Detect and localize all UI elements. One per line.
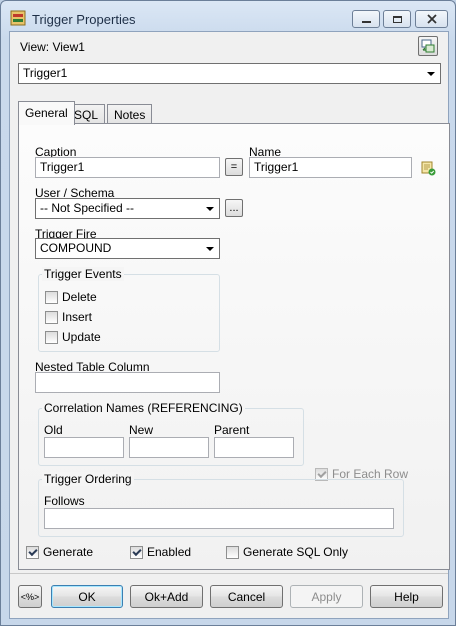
footer-divider: [10, 573, 448, 574]
trigger-fire-value: COMPOUND: [40, 241, 112, 255]
trigger-app-icon: [10, 10, 26, 26]
name-input[interactable]: Trigger1: [249, 157, 412, 178]
update-checkbox-box[interactable]: [45, 330, 58, 344]
generate-checkbox-box[interactable]: [26, 545, 39, 559]
maximize-button[interactable]: [383, 10, 411, 28]
window-title: Trigger Properties: [32, 12, 136, 27]
insert-checkbox-label: Insert: [62, 310, 93, 324]
caption-input-value: Trigger1: [40, 160, 85, 174]
trigger-ordering-group: Trigger Ordering Follows: [38, 472, 404, 537]
generate-checkbox[interactable]: Generate: [26, 545, 93, 559]
update-checkbox[interactable]: Update: [45, 330, 101, 344]
tab-notes[interactable]: Notes: [107, 104, 153, 124]
tab-notes-label: Notes: [114, 108, 146, 122]
browse-schema-label: ...: [229, 202, 239, 214]
help-label: Help: [394, 589, 419, 604]
ok-add-label: Ok+Add: [144, 589, 189, 604]
help-button[interactable]: Help: [370, 585, 443, 608]
generate-sql-only-checkbox-box[interactable]: [226, 545, 239, 559]
trigger-events-group: Trigger Events Delete Insert Update: [38, 267, 220, 352]
correlation-names-group: Correlation Names (REFERENCING) Old New …: [38, 401, 304, 466]
follows-label: Follows: [44, 494, 85, 508]
caption-input[interactable]: Trigger1: [35, 157, 220, 178]
old-label: Old: [44, 423, 63, 437]
tab-sql-label: SQL: [74, 108, 99, 122]
generate-sql-only-checkbox[interactable]: Generate SQL Only: [226, 545, 348, 559]
cancel-label: Cancel: [227, 589, 266, 604]
browse-schema-button[interactable]: ...: [225, 199, 243, 217]
insert-checkbox-box[interactable]: [45, 310, 58, 324]
user-schema-select[interactable]: -- Not Specified --: [35, 198, 220, 219]
view-label: View: View1: [20, 40, 85, 54]
apply-button[interactable]: Apply: [290, 585, 363, 608]
dialog-window: Trigger Properties View: View1 Trigger1 …: [0, 0, 456, 626]
maximize-icon: [392, 15, 402, 23]
view-switch-icon: [421, 39, 435, 53]
enabled-checkbox[interactable]: Enabled: [130, 545, 191, 559]
macro-button[interactable]: <%>: [18, 585, 42, 608]
apply-label: Apply: [311, 589, 342, 604]
ok-button[interactable]: OK: [51, 585, 123, 608]
correlation-names-title: Correlation Names (REFERENCING): [42, 401, 245, 415]
object-selector[interactable]: Trigger1: [18, 63, 441, 84]
tab-general[interactable]: General: [18, 101, 75, 125]
parent-input[interactable]: [214, 437, 294, 458]
generate-sql-only-label: Generate SQL Only: [243, 545, 348, 559]
name-input-value: Trigger1: [254, 160, 299, 174]
delete-checkbox[interactable]: Delete: [45, 290, 97, 304]
old-input[interactable]: [44, 437, 124, 458]
tab-general-label: General: [25, 106, 68, 120]
title-bar[interactable]: Trigger Properties: [1, 1, 455, 35]
cancel-button[interactable]: Cancel: [210, 585, 283, 608]
dialog-client-area: View: View1 Trigger1 General SQL Notes C…: [9, 31, 450, 619]
delete-checkbox-label: Delete: [62, 290, 97, 304]
new-input[interactable]: [129, 437, 209, 458]
general-tab-panel: Caption Trigger1 = Name Trigger1 User / …: [18, 124, 450, 570]
name-check-icon[interactable]: [421, 161, 436, 176]
trigger-ordering-title: Trigger Ordering: [42, 472, 134, 486]
close-icon: [426, 14, 437, 24]
trigger-fire-select[interactable]: COMPOUND: [35, 238, 220, 259]
nested-table-input[interactable]: [35, 372, 220, 393]
chevron-down-icon: [427, 72, 435, 76]
generate-label: Generate: [43, 545, 94, 559]
insert-checkbox[interactable]: Insert: [45, 310, 92, 324]
new-label: New: [129, 423, 154, 437]
minimize-icon: [361, 21, 371, 23]
enabled-label: Enabled: [147, 545, 192, 559]
ok-label: OK: [78, 589, 96, 604]
enabled-checkbox-box[interactable]: [130, 545, 143, 559]
ok-add-button[interactable]: Ok+Add: [130, 585, 203, 608]
trigger-events-title: Trigger Events: [42, 267, 124, 281]
follows-input[interactable]: [44, 508, 394, 529]
parent-label: Parent: [214, 423, 250, 437]
macro-label: <%>: [20, 591, 40, 602]
user-schema-value: -- Not Specified --: [40, 201, 135, 215]
chevron-down-icon: [206, 207, 214, 211]
close-button[interactable]: [415, 10, 448, 28]
object-selector-value: Trigger1: [23, 66, 68, 80]
sync-name-button[interactable]: =: [225, 158, 243, 176]
sync-name-label: =: [230, 161, 238, 173]
delete-checkbox-box[interactable]: [45, 290, 58, 304]
chevron-down-icon: [206, 247, 214, 251]
view-switch-button[interactable]: [418, 36, 438, 56]
update-checkbox-label: Update: [62, 330, 101, 344]
minimize-button[interactable]: [352, 10, 380, 28]
